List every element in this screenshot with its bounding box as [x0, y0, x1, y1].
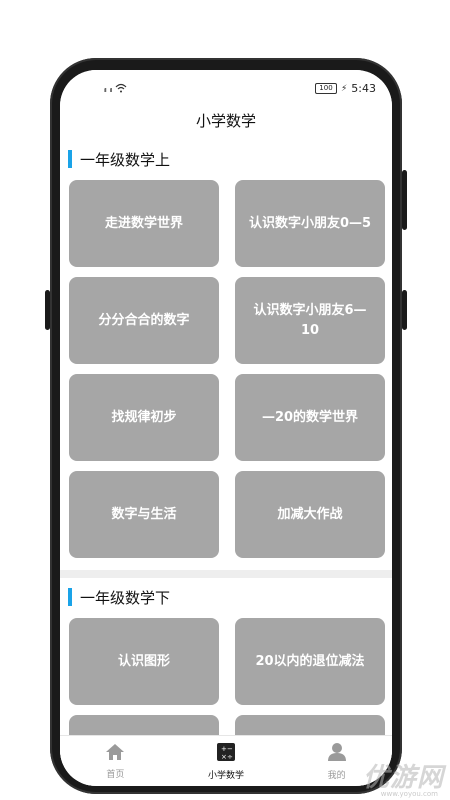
lesson-tile[interactable]: 分分合合的数字 [69, 277, 219, 364]
lesson-tile[interactable]: 数字与生活 [69, 471, 219, 558]
person-icon [327, 742, 347, 766]
signal-icon: ᵢₗₗ [104, 84, 106, 95]
svg-text:÷: ÷ [227, 753, 233, 761]
section-title: 一年级数学上 [80, 150, 171, 169]
lesson-tile[interactable]: 加减大作战 [235, 471, 385, 558]
tab-label: 首页 [106, 769, 125, 780]
wifi-icon [115, 83, 127, 96]
side-button-left [45, 290, 50, 330]
power-button [402, 170, 407, 230]
section-title: 一年级数学下 [80, 588, 171, 607]
watermark-logo: 优游网 [362, 763, 444, 793]
watermark-url: www.yoyou.com [380, 790, 438, 798]
page-title: 小学数学 [195, 112, 256, 130]
accent-bar [68, 588, 72, 606]
content: 一年级数学上 走进数学世界 认识数字小朋友0—5 分分合合的数字 认识数字小朋友… [60, 144, 392, 786]
svg-text:×: × [221, 753, 227, 761]
lesson-tile[interactable]: —20的数学世界 [235, 374, 385, 461]
accent-bar [68, 150, 72, 168]
tab-home[interactable]: 首页 [60, 736, 171, 786]
tab-label: 我的 [327, 770, 346, 781]
tab-math[interactable]: + − × ÷ 小学数学 [171, 736, 282, 786]
screen: ᵢₗₗ ᵢₗₗ 100 ⚡ 5:43 小学数学 一年级数学上 走进数学世界 认识… [60, 70, 392, 786]
lesson-tile[interactable]: 认识数字小朋友0—5 [235, 180, 385, 267]
signal-icon: ᵢₗₗ [109, 84, 112, 95]
lesson-tile[interactable]: 20以内的退位减法 [235, 618, 385, 705]
section-grade1-part1: 一年级数学上 走进数学世界 认识数字小朋友0—5 分分合合的数字 认识数字小朋友… [60, 144, 392, 570]
charging-icon: ⚡ [340, 83, 348, 94]
section-header: 一年级数学下 [60, 578, 392, 612]
lesson-tile[interactable]: 认识数字小朋友6—10 [235, 277, 385, 364]
tab-label: 小学数学 [208, 770, 245, 781]
section-header: 一年级数学上 [60, 144, 392, 174]
bottom-tab-bar: 首页 + − × ÷ 小学数学 我的 [60, 735, 392, 786]
lesson-tile[interactable]: 找规律初步 [69, 374, 219, 461]
lesson-tile[interactable]: 走进数学世界 [69, 180, 219, 267]
lesson-tile[interactable]: 认识图形 [69, 618, 219, 705]
calculator-icon: + − × ÷ [216, 742, 236, 766]
status-time: 5:43 [351, 82, 376, 95]
svg-text:−: − [227, 745, 233, 753]
section-divider [60, 570, 392, 578]
volume-button [402, 290, 407, 330]
battery-icon: 100 [314, 83, 337, 94]
status-bar: ᵢₗₗ ᵢₗₗ 100 ⚡ 5:43 [60, 70, 392, 108]
lesson-grid: 走进数学世界 认识数字小朋友0—5 分分合合的数字 认识数字小朋友6—10 找规… [60, 174, 392, 558]
home-icon [105, 743, 125, 765]
app-bar: 小学数学 [60, 108, 392, 144]
